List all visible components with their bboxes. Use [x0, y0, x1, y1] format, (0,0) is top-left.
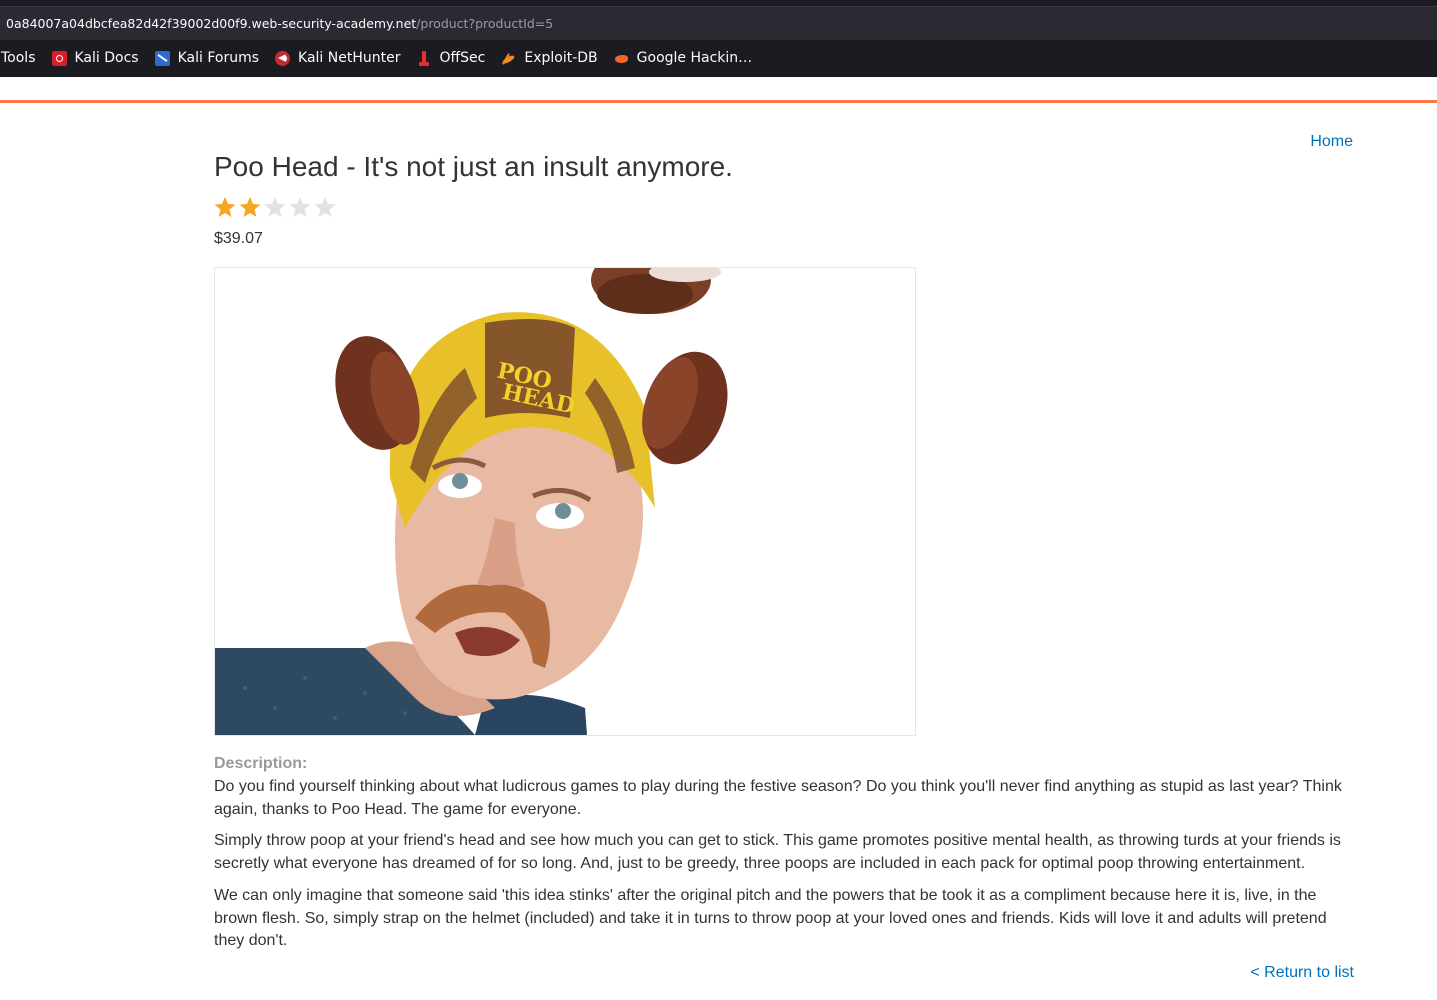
bookmark-label: Kali Docs — [74, 50, 139, 66]
description-label: Description: — [214, 755, 308, 772]
home-link[interactable]: Home — [1310, 133, 1353, 151]
description-paragraph: Do you find yourself thinking about what… — [214, 778, 1342, 818]
star-empty-icon — [289, 197, 311, 217]
google-hacking-db-icon — [614, 51, 629, 66]
return-to-list-link[interactable]: < Return to list — [1250, 964, 1354, 982]
kali-nethunter-icon — [275, 50, 291, 66]
star-rating — [214, 196, 339, 218]
bookmark-label: Google Hackin… — [636, 50, 753, 66]
exploit-db-icon — [501, 51, 516, 66]
bookmark-kali-nethunter[interactable]: Kali NetHunter — [275, 50, 400, 66]
description-paragraph: Simply throw poop at your friend's head … — [214, 832, 1341, 872]
poo-head-illustration: POO HEAD — [215, 268, 728, 735]
kali-docs-icon — [51, 50, 67, 66]
product-image: POO HEAD — [214, 267, 916, 736]
bookmark-label: OffSec — [439, 50, 486, 66]
offsec-icon — [419, 50, 430, 66]
header-accent-line — [0, 100, 1437, 103]
product-price: $39.07 — [214, 230, 263, 247]
description-paragraph: We can only imagine that someone said 't… — [214, 887, 1327, 949]
bookmark-offsec[interactable]: OffSec — [416, 50, 485, 66]
star-empty-icon — [264, 197, 286, 217]
browser-chrome: 0a84007a04dbcfea82d42f39002d00f9.web-sec… — [0, 0, 1437, 77]
bookmark-label: Kali NetHunter — [298, 50, 401, 66]
product-title: Poo Head - It's not just an insult anymo… — [214, 151, 733, 182]
star-filled-icon — [239, 197, 261, 217]
url-host: 0a84007a04dbcfea82d42f39002d00f9.web-sec… — [6, 16, 417, 31]
bookmark-label: Kali Forums — [177, 50, 260, 66]
bookmark-kali-forums[interactable]: Kali Forums — [154, 50, 260, 66]
url-bar[interactable]: 0a84007a04dbcfea82d42f39002d00f9.web-sec… — [0, 6, 1437, 40]
bookmark-kali-docs[interactable]: Kali Docs — [51, 50, 139, 66]
url-text[interactable]: 0a84007a04dbcfea82d42f39002d00f9.web-sec… — [6, 16, 553, 31]
kali-forums-icon — [154, 50, 170, 66]
bookmarks-toolbar: Tools Kali Docs Kali Forums Kali NetHunt… — [0, 40, 1437, 76]
bookmark-google-hacking[interactable]: Google Hackin… — [614, 50, 753, 66]
bookmark-tools[interactable]: Tools — [1, 50, 36, 66]
bookmark-label: Exploit-DB — [524, 50, 598, 66]
falling-poop-icon — [591, 268, 721, 314]
star-empty-icon — [314, 197, 336, 217]
bookmark-exploit-db[interactable]: Exploit-DB — [501, 50, 597, 66]
bookmark-label: Tools — [1, 50, 36, 66]
url-path: /product?productId=5 — [416, 16, 554, 31]
poop-ear-left-icon — [335, 336, 420, 450]
star-filled-icon — [214, 197, 236, 217]
